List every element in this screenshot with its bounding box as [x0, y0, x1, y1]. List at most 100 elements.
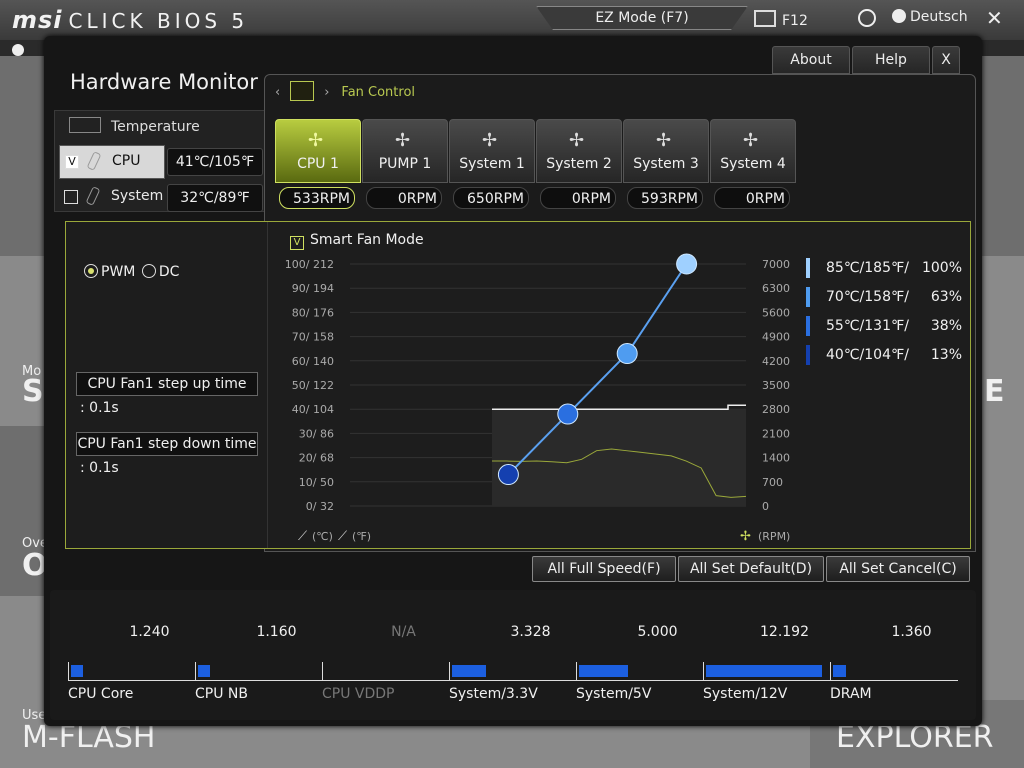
temperature-row-system[interactable]: System 32℃/89℉ [55, 181, 265, 215]
fan-tab[interactable]: ✢ System 2 0RPM [536, 119, 622, 217]
temperature-row-cpu[interactable]: V CPU 41℃/105℉ [55, 145, 265, 179]
y-tick-label: 20/ 68 [299, 452, 334, 465]
fan-icon: ✢ [569, 130, 585, 151]
voltage-bar [703, 662, 831, 681]
all-set-default-button[interactable]: All Set Default(D) [678, 556, 824, 582]
voltage-label: System/5V [576, 686, 652, 702]
fan-name: System 4 [720, 156, 786, 172]
legend-percent: 13% [930, 347, 962, 363]
rpm-tick-label: 4200 [762, 355, 790, 368]
voltage-panel: 1.240 CPU Core 1.160 CPU NB N/A CPU VDDP 3.328… [50, 590, 976, 720]
rpm-tick-label: 1400 [762, 452, 790, 465]
voltage-value: 1.160 [256, 624, 297, 640]
y-tick-label: 40/ 104 [292, 403, 334, 416]
rpm-tick-label: 0 [762, 500, 769, 513]
fan-tab[interactable]: ✢ System 1 650RPM [449, 119, 535, 217]
fan-name: System 3 [633, 156, 699, 172]
fan-tab[interactable]: ✢ PUMP 1 0RPM [362, 119, 448, 217]
y-tick-label: 90/ 194 [292, 282, 334, 295]
bg-tile-right [982, 56, 1024, 256]
fan-curve-point [557, 403, 579, 425]
screenshot-button[interactable]: F12 [754, 10, 808, 29]
y-tick-label: 80/ 176 [292, 306, 334, 319]
voltage-bar-fill [706, 665, 822, 677]
voltage-value: 5.000 [637, 624, 678, 640]
voltage-value: 1.360 [891, 624, 932, 640]
close-button[interactable]: X [932, 46, 960, 74]
close-icon[interactable]: ✕ [986, 6, 1003, 30]
voltage-label: System/3.3V [449, 686, 538, 702]
voltage-label: CPU Core [68, 686, 134, 702]
voltage-bar-fill [198, 665, 210, 677]
legend-swatch [806, 316, 810, 336]
legend-temp: 70℃/158℉/ [826, 289, 910, 305]
rpm-tick-label: 2800 [762, 403, 790, 416]
system-checkbox[interactable] [64, 190, 78, 204]
legend-swatch [806, 345, 810, 365]
about-button[interactable]: About [772, 46, 850, 74]
voltage-bar-fill [833, 665, 846, 677]
y-tick-label: 70/ 158 [292, 331, 334, 344]
bg-tile [0, 56, 44, 256]
legend-percent: 63% [930, 289, 962, 305]
voltage-bar [449, 662, 577, 681]
voltage-label: System/12V [703, 686, 788, 702]
top-bar: msi CLICK BIOS 5 EZ Mode (F7) F12 Deutsch… [0, 0, 1024, 40]
rpm-history-area [492, 409, 746, 506]
rpm-unit-label: (RPM) [758, 530, 790, 543]
language-button[interactable]: Deutsch [892, 9, 968, 25]
bg-label-e: E [984, 374, 1005, 409]
fan-icon: ✢ [740, 529, 751, 544]
y-tick-label: 30/ 86 [299, 427, 334, 440]
fan-rpm: 650RPM [453, 187, 529, 209]
temperature-value: 41℃/105℉ [167, 148, 263, 176]
fan-curve-point [616, 343, 638, 365]
fan-name: System 1 [459, 156, 525, 172]
fan-control-panel: ‹ › Fan Control ✢ CPU 1 533RPM ✢ PUMP 1 0RPM ✢ Sy… [65, 74, 976, 552]
thermometer-icon [86, 151, 102, 171]
legend-percent: 38% [930, 318, 962, 334]
thermometer-icon: ⟋ [338, 529, 348, 544]
voltage-value: 12.192 [760, 624, 809, 640]
fan-icon: ✢ [308, 130, 324, 151]
thermometer-icon [85, 186, 101, 206]
temperature-row-label: System [111, 188, 164, 204]
y-tick-label: 50/ 122 [292, 379, 334, 392]
fan-tab[interactable]: ✢ CPU 1 533RPM [275, 119, 361, 217]
fan-icon: ✢ [482, 130, 498, 151]
legend-temp: 55℃/131℉/ [826, 318, 910, 334]
bg-tile-ocprofile[interactable] [982, 256, 1024, 596]
voltage-bar-fill [71, 665, 83, 677]
y-tick-label: 100/ 212 [285, 258, 334, 271]
legend-swatch [806, 258, 810, 278]
fan-name: PUMP 1 [378, 156, 432, 172]
fan-rpm: 593RPM [627, 187, 703, 209]
voltage-label: CPU NB [195, 686, 248, 702]
legend-percent: 100% [921, 260, 962, 276]
fan-name: System 2 [546, 156, 612, 172]
graph-icon [69, 117, 101, 133]
temperature-row-label: CPU [112, 153, 141, 169]
fan-tab[interactable]: ✢ System 3 593RPM [623, 119, 709, 217]
voltage-label: CPU VDDP [322, 686, 395, 702]
cpu-checkbox[interactable]: V [65, 155, 79, 169]
fan-rpm: 533RPM [279, 187, 355, 209]
rpm-tick-label: 5600 [762, 306, 790, 319]
legend-temp: 40℃/104℉/ [826, 347, 910, 363]
fan-rpm: 0RPM [540, 187, 616, 209]
search-icon[interactable] [858, 9, 876, 27]
ez-mode-button[interactable]: EZ Mode (F7) [536, 6, 748, 30]
voltage-label: DRAM [830, 686, 872, 702]
fan-icon: ✢ [395, 130, 411, 151]
legend-swatch [806, 287, 810, 307]
bg-label-s: S [22, 374, 44, 409]
all-set-cancel-button[interactable]: All Set Cancel(C) [826, 556, 970, 582]
help-button[interactable]: Help [852, 46, 930, 74]
rpm-tick-label: 4900 [762, 331, 790, 344]
voltage-value: 1.240 [129, 624, 170, 640]
fan-control-tab[interactable]: ‹ › Fan Control [275, 81, 415, 101]
fan-tab[interactable]: ✢ System 4 0RPM [710, 119, 796, 217]
voltage-bar [576, 662, 704, 681]
temperature-header: Temperature [69, 117, 200, 135]
all-full-speed-button[interactable]: All Full Speed(F) [532, 556, 676, 582]
